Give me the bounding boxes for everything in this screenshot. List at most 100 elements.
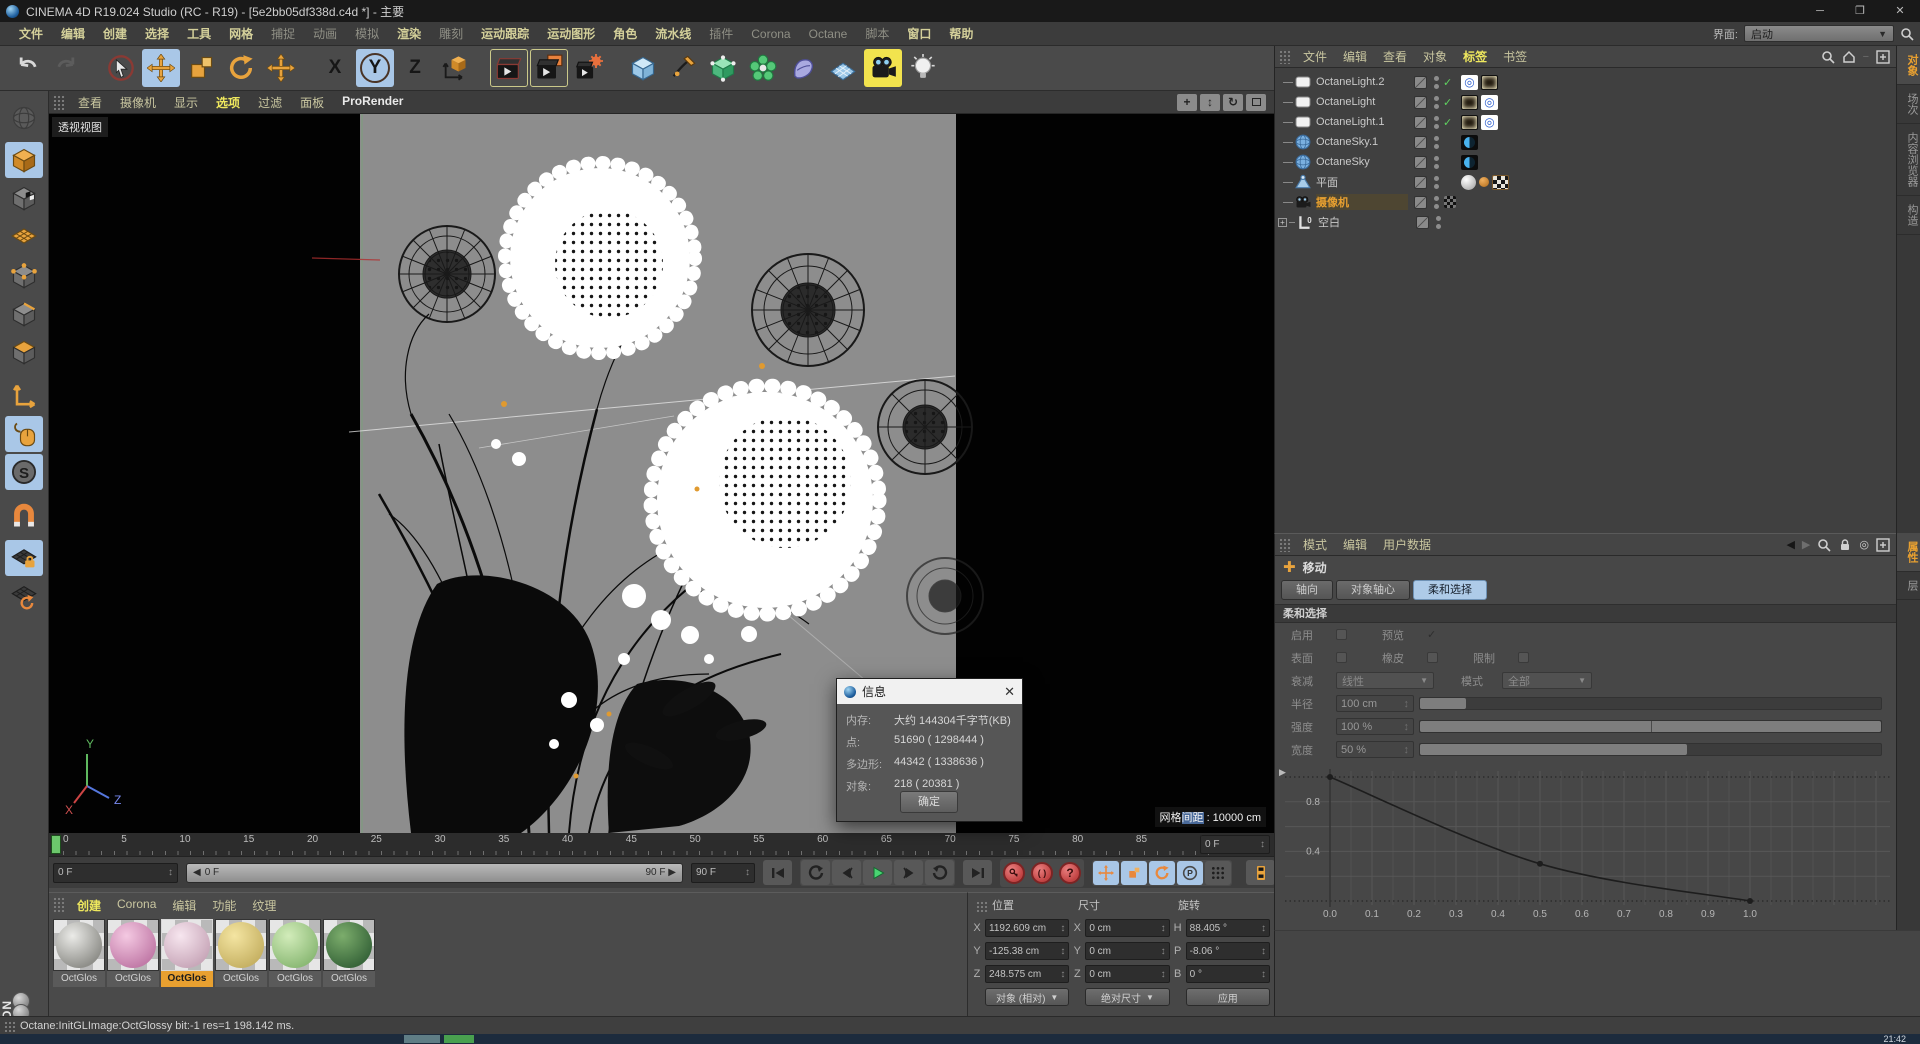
material-menu-item[interactable]: 纹理 xyxy=(244,897,284,914)
falloff-curve-chart[interactable]: 0.8 0.4 0.0 0.1 0.2 0.3 0.4 0.5 0.6 0.7 0.8 0.9 1.0 xyxy=(1275,765,1897,930)
layer-color-toggle[interactable] xyxy=(1414,135,1427,149)
menu-item[interactable]: 工具 xyxy=(178,22,220,46)
material-label[interactable]: OctGlos xyxy=(269,971,321,987)
object-name[interactable]: 空白 xyxy=(1318,214,1410,230)
mograph-button[interactable] xyxy=(744,49,782,87)
workplane-lock-icon[interactable] xyxy=(5,540,43,576)
key-position-toggle[interactable] xyxy=(1093,860,1119,885)
rubber-checkbox[interactable] xyxy=(1427,652,1438,663)
object-row[interactable]: OctaneLight ✓ ◎ xyxy=(1275,92,1896,112)
next-key-button[interactable] xyxy=(925,860,954,885)
key-rotation-toggle[interactable] xyxy=(1149,860,1175,885)
viewport-pan-icon[interactable]: + xyxy=(1177,93,1197,111)
prev-key-button[interactable] xyxy=(801,860,830,885)
size-x-field[interactable]: 0 cm ↕ xyxy=(1085,919,1170,937)
menu-item[interactable]: Corona xyxy=(742,22,799,46)
size-mode-dropdown[interactable]: 绝对尺寸 ▼ xyxy=(1085,988,1170,1006)
visibility-dots[interactable] xyxy=(1432,95,1440,109)
object-name[interactable]: OctaneSky.1 xyxy=(1316,136,1408,148)
octane-target-tag-icon[interactable]: ◎ xyxy=(1481,94,1498,110)
viewport-maximize-icon[interactable] xyxy=(1246,93,1266,111)
dialog-title-bar[interactable]: 信息 ✕ xyxy=(837,679,1022,704)
viewport-rotate-icon[interactable]: ↻ xyxy=(1223,93,1243,111)
visibility-dots[interactable] xyxy=(1432,75,1440,89)
y-axis-lock[interactable]: Y xyxy=(356,49,394,87)
layer-color-toggle[interactable] xyxy=(1414,155,1427,169)
material-menu-item[interactable]: 编辑 xyxy=(164,897,204,914)
octane-target-tag-icon[interactable]: ◎ xyxy=(1481,114,1498,130)
object-name-selected[interactable]: 摄像机 xyxy=(1316,194,1408,210)
attribute-tab[interactable]: 对象轴心 xyxy=(1336,580,1410,600)
preview-check-icon[interactable]: ✓ xyxy=(1427,628,1436,641)
side-tab[interactable]: 场次 xyxy=(1897,85,1920,124)
object-name[interactable]: 平面 xyxy=(1316,174,1408,190)
menu-item[interactable]: 文件 xyxy=(10,22,52,46)
falloff-dropdown[interactable]: 线性 ▼ xyxy=(1336,672,1434,689)
panel-grip[interactable] xyxy=(3,1020,16,1032)
size-z-field[interactable]: 0 cm ↕ xyxy=(1085,965,1170,983)
history-forward-icon[interactable]: ▶ xyxy=(1802,538,1810,551)
octane-target-tag-icon[interactable]: ◎ xyxy=(1461,74,1478,90)
viewport-menu-item[interactable]: ProRender xyxy=(333,94,412,111)
menu-item[interactable]: 流水线 xyxy=(646,22,700,46)
last-used-tool-move[interactable] xyxy=(262,49,300,87)
taskbar-app-2[interactable] xyxy=(444,1035,474,1043)
object-row[interactable]: OctaneLight.2 ✓ ◎ xyxy=(1275,72,1896,92)
close-button[interactable]: ✕ xyxy=(1880,0,1920,22)
home-icon[interactable] xyxy=(1842,50,1856,64)
info-dialog[interactable]: 信息 ✕ 内存: 大约 144304千字节(KB) 点: 51690 ( 12984… xyxy=(836,678,1023,822)
rotation-b-field[interactable]: 0 ° ↕ xyxy=(1185,965,1270,983)
add-spline-pen-button[interactable] xyxy=(664,49,702,87)
material-label[interactable]: OctGlos xyxy=(161,971,213,987)
position-x-field[interactable]: 1192.609 cm ↕ xyxy=(985,919,1070,937)
attr-menu-item[interactable]: 编辑 xyxy=(1335,536,1375,553)
render-to-picture-viewer-button[interactable] xyxy=(530,49,568,87)
viewport-menu-item[interactable]: 显示 xyxy=(165,94,207,111)
material-label[interactable]: OctGlos xyxy=(323,971,375,987)
om-menu-item[interactable]: 书签 xyxy=(1495,48,1535,65)
model-mode-icon[interactable] xyxy=(5,142,43,178)
expand-arrow-icon[interactable]: ▶ xyxy=(1279,767,1286,778)
material-thumbnail[interactable] xyxy=(161,919,213,971)
end-frame-field[interactable]: 90 F ↕ xyxy=(691,862,755,883)
menu-item[interactable]: 编辑 xyxy=(52,22,94,46)
attribute-tab[interactable]: 轴向 xyxy=(1281,580,1333,600)
preview-range-slider[interactable]: ◀ 0 F 90 F ▶ xyxy=(186,862,683,883)
key-parameter-toggle[interactable]: P xyxy=(1177,860,1203,885)
limit-checkbox[interactable] xyxy=(1518,652,1529,663)
viewport-menu-item[interactable]: 查看 xyxy=(69,94,111,111)
view-label[interactable]: 透视视图 xyxy=(52,117,108,137)
scale-tool[interactable] xyxy=(182,49,220,87)
om-menu-item[interactable]: 文件 xyxy=(1295,48,1335,65)
compositing-tag-small-icon[interactable] xyxy=(1444,196,1456,208)
attr-menu-item[interactable]: 用户数据 xyxy=(1375,536,1439,553)
light-material-tag-icon[interactable] xyxy=(1481,74,1498,90)
light-button[interactable] xyxy=(904,49,942,87)
add-deformer-button[interactable] xyxy=(784,49,822,87)
camera-button[interactable] xyxy=(864,49,902,87)
menu-item[interactable]: 运动图形 xyxy=(538,22,604,46)
radius-slider[interactable] xyxy=(1419,697,1882,710)
render-view-button[interactable] xyxy=(490,49,528,87)
menu-item[interactable]: 创建 xyxy=(94,22,136,46)
apply-button[interactable]: 应用 xyxy=(1185,988,1270,1006)
visibility-dots[interactable] xyxy=(1432,155,1440,169)
menu-item[interactable]: 插件 xyxy=(700,22,742,46)
add-layer-icon[interactable] xyxy=(1876,49,1890,64)
menu-item[interactable]: Octane xyxy=(800,22,857,46)
dialog-close-icon[interactable]: ✕ xyxy=(1004,684,1015,700)
material-thumbnail[interactable] xyxy=(323,919,375,971)
material-menu-item[interactable]: 创建 xyxy=(69,897,109,914)
polygons-mode-icon[interactable] xyxy=(5,334,43,370)
material-item[interactable]: OctGlos xyxy=(161,919,213,987)
menu-item[interactable]: 帮助 xyxy=(940,22,982,46)
om-menu-item[interactable]: 查看 xyxy=(1375,48,1415,65)
add-primitive-cube-button[interactable] xyxy=(624,49,662,87)
goto-start-button[interactable] xyxy=(763,860,792,885)
undo-button[interactable] xyxy=(8,49,46,87)
add-environment-button[interactable] xyxy=(824,49,862,87)
visibility-dots[interactable] xyxy=(1434,215,1442,229)
taskbar-app-1[interactable] xyxy=(404,1035,440,1043)
menu-item[interactable]: 网格 xyxy=(220,22,262,46)
interface-dropdown[interactable]: 启动 ▼ xyxy=(1744,25,1894,42)
